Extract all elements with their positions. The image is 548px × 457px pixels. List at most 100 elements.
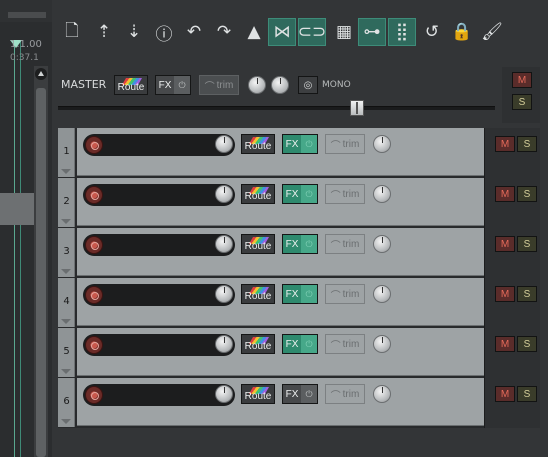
- track-name-field[interactable]: [83, 184, 235, 206]
- track-number-column[interactable]: 3: [58, 228, 75, 277]
- fx-bypass-power-icon[interactable]: ⏻: [301, 385, 317, 403]
- fx-bypass-power-icon[interactable]: ⏻: [301, 335, 317, 353]
- track-number-column[interactable]: 4: [58, 278, 75, 327]
- record-arm-icon[interactable]: [85, 336, 103, 354]
- track-solo-button[interactable]: S: [517, 286, 537, 302]
- track-number-column[interactable]: 2: [58, 178, 75, 227]
- fx-bypass-power-icon[interactable]: ⏻: [301, 235, 317, 253]
- loop-repeat-icon[interactable]: ↺: [418, 18, 446, 46]
- folder-toggle-icon[interactable]: [61, 169, 71, 174]
- track-solo-button[interactable]: S: [517, 136, 537, 152]
- track-pan-knob[interactable]: [373, 385, 391, 403]
- track-trim-button[interactable]: ⌒ trim: [325, 334, 365, 354]
- track-fx-button[interactable]: FX ⏻: [282, 184, 318, 204]
- track-mute-button[interactable]: M: [495, 136, 515, 152]
- track-trim-button[interactable]: ⌒ trim: [325, 134, 365, 154]
- track-name-field[interactable]: [83, 234, 235, 256]
- master-pan-knob[interactable]: [271, 76, 289, 94]
- track-volume-knob[interactable]: [215, 185, 233, 203]
- track-trim-button[interactable]: ⌒ trim: [325, 234, 365, 254]
- track-name-field[interactable]: [83, 284, 235, 306]
- master-route-button[interactable]: Route: [114, 75, 148, 95]
- track-mute-button[interactable]: M: [495, 336, 515, 352]
- track-name-field[interactable]: [83, 384, 235, 406]
- track-route-button[interactable]: Route: [241, 334, 275, 354]
- track-mute-button[interactable]: M: [495, 286, 515, 302]
- track-route-button[interactable]: Route: [241, 234, 275, 254]
- record-arm-icon[interactable]: [85, 386, 103, 404]
- record-arm-icon[interactable]: [85, 236, 103, 254]
- track-pan-knob[interactable]: [373, 235, 391, 253]
- fx-bypass-power-icon[interactable]: ⏻: [301, 135, 317, 153]
- track-mute-button[interactable]: M: [495, 386, 515, 402]
- time-selection[interactable]: [0, 193, 34, 225]
- master-fx-button[interactable]: FX ⏻: [155, 75, 191, 95]
- track-number-column[interactable]: 5: [58, 328, 75, 377]
- track-name-field[interactable]: [83, 334, 235, 356]
- track-mute-button[interactable]: M: [495, 186, 515, 202]
- master-mute-button[interactable]: M: [512, 72, 532, 88]
- record-arm-icon[interactable]: [85, 286, 103, 304]
- link-chain-icon[interactable]: ⊂⊃: [298, 18, 326, 46]
- folder-toggle-icon[interactable]: [61, 269, 71, 274]
- redo-icon[interactable]: ↷: [210, 18, 238, 46]
- track-row[interactable]: 2 Route FX ⏻ ⌒ trim: [58, 178, 484, 227]
- track-row[interactable]: 6 Route FX ⏻ ⌒ trim: [58, 378, 484, 427]
- track-volume-knob[interactable]: [215, 385, 233, 403]
- track-row[interactable]: 4 Route FX ⏻ ⌒ trim: [58, 278, 484, 327]
- mono-toggle-button[interactable]: ◎: [298, 76, 318, 94]
- master-volume-fader-track[interactable]: [58, 106, 495, 110]
- track-fx-button[interactable]: FX ⏻: [282, 384, 318, 404]
- folder-toggle-icon[interactable]: [61, 319, 71, 324]
- track-row[interactable]: 5 Route FX ⏻ ⌒ trim: [58, 328, 484, 377]
- track-row[interactable]: 1 Route FX ⏻ ⌒ trim: [58, 128, 484, 177]
- track-route-button[interactable]: Route: [241, 384, 275, 404]
- track-number-column[interactable]: 6: [58, 378, 75, 427]
- track-route-button[interactable]: Route: [241, 284, 275, 304]
- track-trim-button[interactable]: ⌒ trim: [325, 184, 365, 204]
- track-route-button[interactable]: Route: [241, 134, 275, 154]
- track-fx-button[interactable]: FX ⏻: [282, 134, 318, 154]
- fx-bypass-power-icon[interactable]: ⏻: [301, 185, 317, 203]
- scroll-up-icon[interactable]: [35, 68, 47, 80]
- track-solo-button[interactable]: S: [517, 186, 537, 202]
- track-trim-button[interactable]: ⌒ trim: [325, 384, 365, 404]
- track-solo-button[interactable]: S: [517, 236, 537, 252]
- snap-grid-icon[interactable]: ⣿: [388, 18, 416, 46]
- track-row[interactable]: 3 Route FX ⏻ ⌒ trim: [58, 228, 484, 277]
- track-volume-knob[interactable]: [215, 235, 233, 253]
- track-route-button[interactable]: Route: [241, 184, 275, 204]
- theme-color-icon[interactable]: 🖌: [478, 18, 506, 46]
- folder-toggle-icon[interactable]: [61, 369, 71, 374]
- master-solo-button[interactable]: S: [512, 94, 532, 110]
- track-solo-button[interactable]: S: [517, 336, 537, 352]
- folder-toggle-icon[interactable]: [61, 419, 71, 424]
- track-pan-knob[interactable]: [373, 335, 391, 353]
- fx-bypass-power-icon[interactable]: ⏻: [301, 285, 317, 303]
- track-mute-button[interactable]: M: [495, 236, 515, 252]
- auto-crossfade-icon[interactable]: ⋈: [268, 18, 296, 46]
- record-arm-icon[interactable]: [85, 186, 103, 204]
- track-pan-knob[interactable]: [373, 135, 391, 153]
- info-icon[interactable]: ⓘ: [150, 18, 178, 46]
- track-volume-knob[interactable]: [215, 135, 233, 153]
- master-volume-knob[interactable]: [248, 76, 266, 94]
- fx-bypass-power-icon[interactable]: ⏻: [174, 76, 190, 94]
- folder-toggle-icon[interactable]: [61, 219, 71, 224]
- scrollbar-thumb[interactable]: [36, 88, 46, 457]
- new-project-icon[interactable]: 🗋: [58, 18, 86, 46]
- track-solo-button[interactable]: S: [517, 386, 537, 402]
- open-download-icon[interactable]: ⇣: [120, 18, 148, 46]
- track-name-field[interactable]: [83, 134, 235, 156]
- grid-icon[interactable]: ▦: [330, 18, 358, 46]
- track-fx-button[interactable]: FX ⏻: [282, 284, 318, 304]
- track-volume-knob[interactable]: [215, 335, 233, 353]
- undo-icon[interactable]: ↶: [180, 18, 208, 46]
- track-fx-button[interactable]: FX ⏻: [282, 334, 318, 354]
- track-pan-knob[interactable]: [373, 285, 391, 303]
- track-fx-button[interactable]: FX ⏻: [282, 234, 318, 254]
- metronome-icon[interactable]: ▲: [240, 18, 268, 46]
- track-volume-knob[interactable]: [215, 285, 233, 303]
- track-pan-knob[interactable]: [373, 185, 391, 203]
- save-upload-icon[interactable]: ⇡: [90, 18, 118, 46]
